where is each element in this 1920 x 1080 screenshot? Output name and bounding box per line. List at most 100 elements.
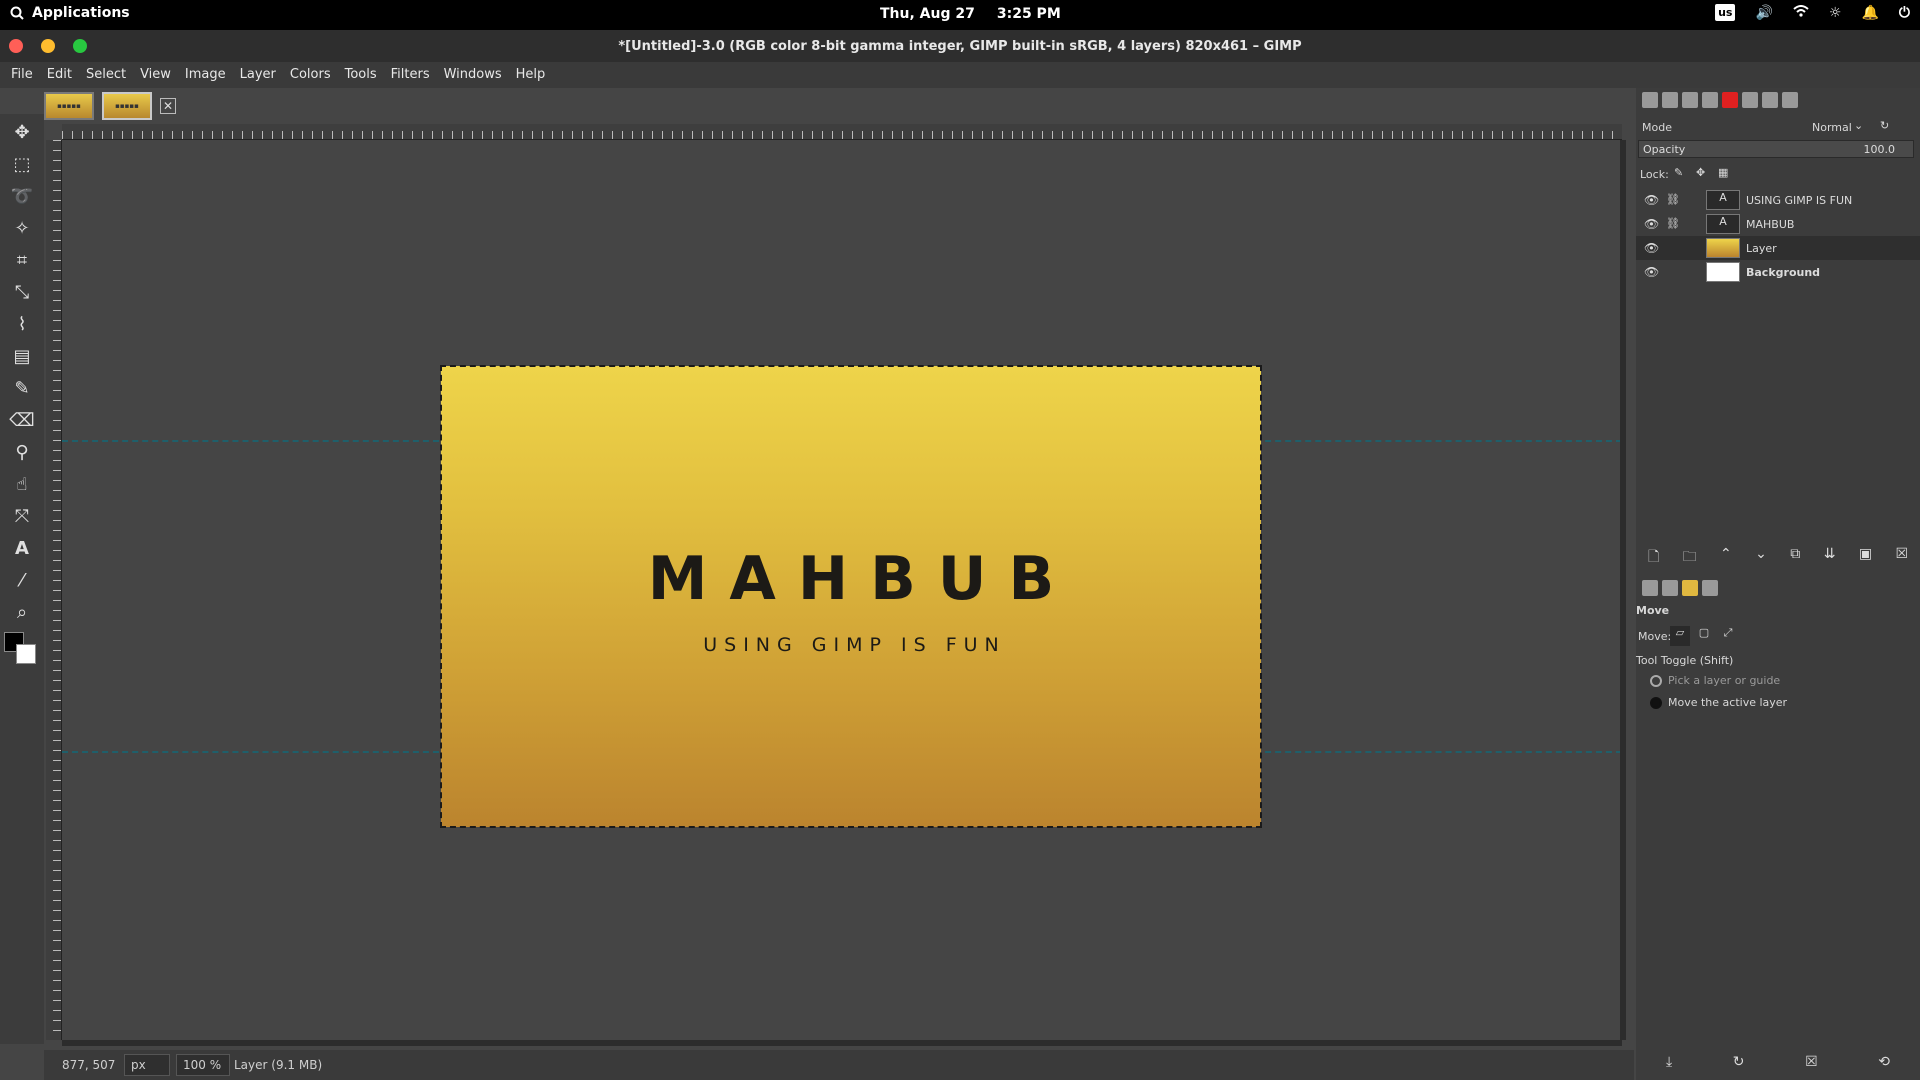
visibility-eye-icon[interactable]: 👁 [1644,193,1659,207]
image-canvas[interactable]: MAHBUB USING GIMP IS FUN [440,365,1262,828]
delete-tool-preset-icon[interactable]: ☒ [1805,1054,1818,1070]
gradient-tool-icon[interactable]: ▤ [8,342,36,370]
fuzzy-select-tool-icon[interactable]: ✧ [8,214,36,242]
visibility-eye-icon[interactable]: 👁 [1644,265,1659,279]
clock[interactable]: Thu, Aug 27 3:25 PM [880,6,1061,22]
move-tool-icon[interactable]: ✥ [8,118,36,146]
new-layer-group-icon[interactable]: 🗀 [1683,546,1697,570]
layer-row[interactable]: 👁 ⛓ A USING GIMP IS FUN [1636,188,1920,212]
visibility-eye-icon[interactable]: 👁 [1644,241,1659,255]
power-icon[interactable]: ⏻ [1899,5,1910,21]
chain-link-icon[interactable]: ⛓ [1666,217,1680,230]
layers-tab-icon[interactable] [1642,92,1658,108]
menu-view[interactable]: View [133,62,178,88]
vertical-scrollbar[interactable] [1620,140,1626,1040]
color-picker-tool-icon[interactable]: ⁄ [8,566,36,594]
layer-name: USING GIMP IS FUN [1746,194,1853,207]
volume-icon[interactable]: 🔊 [1755,5,1772,21]
layer-row[interactable]: 👁 Background [1636,260,1920,284]
reset-tool-options-icon[interactable]: ⟲ [1878,1054,1890,1070]
layer-row[interactable]: 👁 ⛓ A MAHBUB [1636,212,1920,236]
eraser-tool-icon[interactable]: ⌫ [8,406,36,434]
save-tool-preset-icon[interactable]: ⤓ [1666,1054,1672,1070]
lock-pixels-icon[interactable]: ✎ [1674,166,1683,179]
reset-mode-icon[interactable]: ↻ [1880,119,1889,132]
wifi-icon[interactable] [1793,4,1809,21]
menu-select[interactable]: Select [79,62,133,88]
mode-select[interactable]: Normal [1812,121,1852,134]
palettes-tab-icon[interactable] [1702,580,1718,596]
brushes-tab-icon[interactable] [1722,92,1738,108]
move-layer-mode-icon[interactable]: ▱ [1670,626,1690,646]
clone-tool-icon[interactable]: ⚲ [8,438,36,466]
new-layer-icon[interactable]: 🗋 [1648,546,1659,570]
image-tab-2[interactable]: ▪▪▪▪▪ [102,92,152,120]
menu-edit[interactable]: Edit [40,62,79,88]
radio-icon[interactable] [1650,675,1662,687]
keyboard-layout-indicator[interactable]: us [1715,4,1736,21]
duplicate-layer-icon[interactable]: ⧉ [1790,546,1800,570]
layer-actions-bar: 🗋 🗀 ⌃ ⌄ ⧉ ⇊ ▣ ☒ [1636,546,1920,570]
smudge-tool-icon[interactable]: ☝ [8,470,36,498]
chain-link-icon[interactable]: ⛓ [1666,193,1680,206]
merge-layer-icon[interactable]: ⇊ [1824,546,1836,570]
menu-layer[interactable]: Layer [233,62,283,88]
paintbrush-tool-icon[interactable]: ✎ [8,374,36,402]
lock-alpha-icon[interactable]: ▦ [1718,166,1728,179]
tool-options-actions-bar: ⤓ ↻ ☒ ⟲ [1636,1054,1920,1070]
paths-tab-icon[interactable] [1682,92,1698,108]
text-tool-icon[interactable]: A [8,534,36,562]
lower-layer-icon[interactable]: ⌄ [1755,546,1767,570]
rect-select-tool-icon[interactable]: ⬚ [8,150,36,178]
tool-options-tab-icon[interactable] [1642,580,1658,596]
canvas-area[interactable]: MAHBUB USING GIMP IS FUN [62,140,1622,1040]
move-active-layer-option[interactable]: Move the active layer [1650,696,1920,709]
notification-bell-icon[interactable]: 🔔 [1861,5,1878,21]
menu-file[interactable]: File [4,62,40,88]
gimp-screen: Applications Thu, Aug 27 3:25 PM us 🔊 ☼ … [0,0,1920,1080]
image-tab-1[interactable]: ▪▪▪▪▪ [44,92,94,120]
vertical-ruler[interactable] [46,140,62,1040]
layer-mask-icon[interactable]: ▣ [1859,546,1872,570]
zoom-tool-icon[interactable]: ⌕ [8,598,36,626]
pick-layer-option[interactable]: Pick a layer or guide [1650,674,1920,687]
menu-tools[interactable]: Tools [338,62,384,88]
lasso-tool-icon[interactable]: ➰ [8,182,36,210]
crop-tool-icon[interactable]: ⌗ [8,246,36,274]
lock-position-icon[interactable]: ✥ [1696,166,1705,179]
horizontal-scrollbar[interactable] [62,1040,1622,1046]
unit-select[interactable]: px [124,1054,170,1076]
images-tab-icon[interactable] [1782,92,1798,108]
menu-filters[interactable]: Filters [384,62,437,88]
opacity-slider[interactable]: Opacity 100.0 [1638,140,1914,158]
restore-tool-preset-icon[interactable]: ↻ [1733,1054,1745,1070]
chevron-down-icon[interactable]: ⌄ [1854,119,1863,132]
move-path-mode-icon[interactable]: ⤢ [1718,626,1738,646]
delete-layer-icon[interactable]: ☒ [1895,546,1908,570]
device-status-tab-icon[interactable] [1662,580,1678,596]
gradients-tab-icon[interactable] [1682,580,1698,596]
lock-label: Lock: [1640,168,1669,181]
menu-help[interactable]: Help [509,62,553,88]
channels-tab-icon[interactable] [1662,92,1678,108]
close-tab-icon[interactable]: ✕ [160,98,176,114]
menu-image[interactable]: Image [178,62,233,88]
zoom-select[interactable]: 100 % [176,1054,230,1076]
warp-tool-icon[interactable]: ⌇ [8,310,36,338]
applications-menu[interactable]: Applications [10,5,130,21]
patterns-tab-icon[interactable] [1742,92,1758,108]
visibility-eye-icon[interactable]: 👁 [1644,217,1659,231]
horizontal-ruler[interactable] [62,124,1622,140]
paths-tool-icon[interactable]: ⤧ [8,502,36,530]
radio-selected-icon[interactable] [1650,697,1662,709]
fonts-tab-icon[interactable] [1762,92,1778,108]
menu-windows[interactable]: Windows [437,62,509,88]
move-selection-mode-icon[interactable]: ▢ [1694,626,1714,646]
menu-colors[interactable]: Colors [283,62,338,88]
background-color-swatch[interactable] [16,644,36,664]
undo-history-tab-icon[interactable] [1702,92,1718,108]
transform-tool-icon[interactable]: ⤡ [8,278,36,306]
raise-layer-icon[interactable]: ⌃ [1720,546,1732,570]
brightness-icon[interactable]: ☼ [1829,5,1842,21]
layer-row-selected[interactable]: 👁 Layer [1636,236,1920,260]
